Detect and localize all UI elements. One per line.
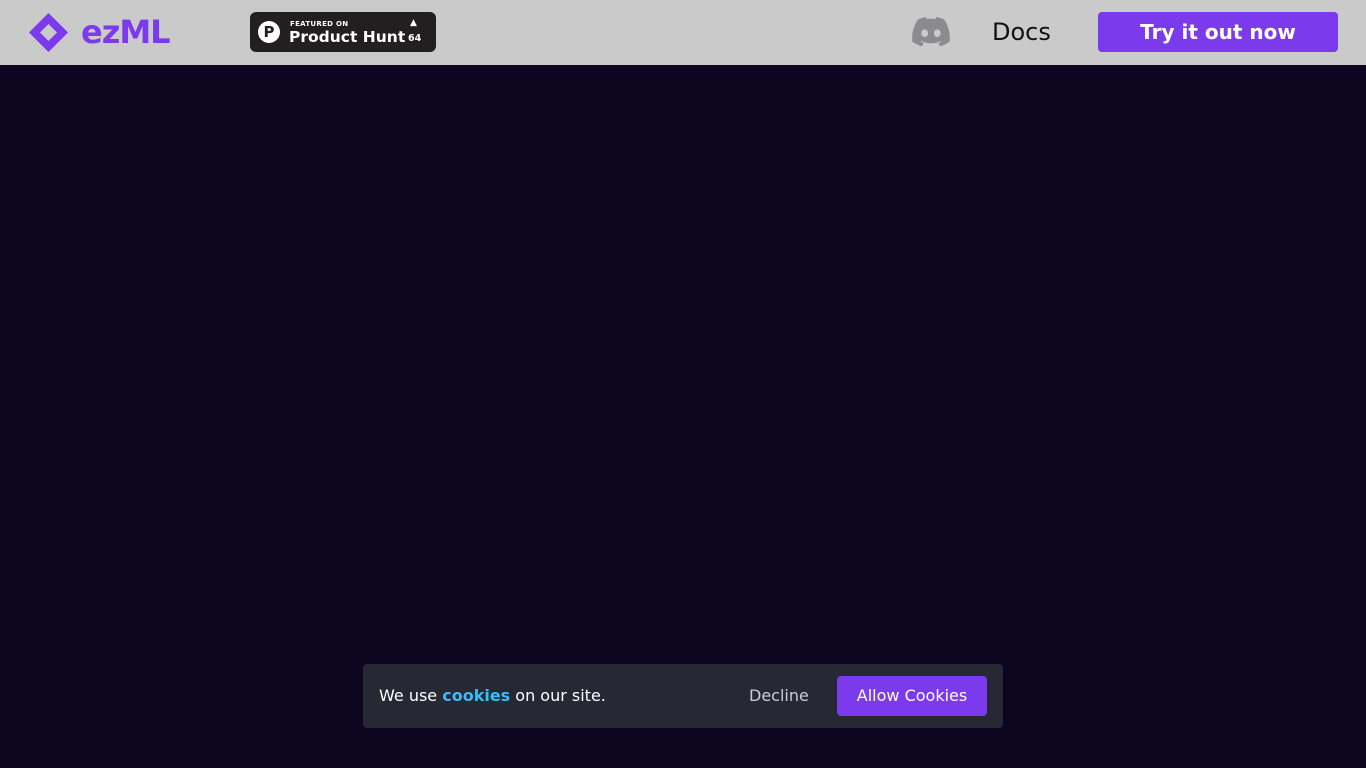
product-hunt-badge[interactable]: P FEATURED ON Product Hunt ▲ 64 xyxy=(250,12,436,52)
upvote-count: 64 xyxy=(408,33,422,44)
site-header: ezML P FEATURED ON Product Hunt ▲ 64 Doc… xyxy=(0,0,1366,65)
cookie-message: We use cookies on our site. xyxy=(379,685,606,707)
product-hunt-label: Product Hunt xyxy=(289,28,406,46)
cookie-banner: We use cookies on our site. Decline Allo… xyxy=(363,664,1003,728)
logo-link[interactable]: ezML xyxy=(28,12,171,53)
upvote-arrow-icon: ▲ xyxy=(410,18,417,28)
ezml-logo-icon xyxy=(29,13,68,52)
cookies-link[interactable]: cookies xyxy=(442,686,510,705)
product-hunt-icon: P xyxy=(258,21,280,43)
cookie-text-after: on our site. xyxy=(510,686,606,705)
try-it-out-button[interactable]: Try it out now xyxy=(1098,12,1338,52)
cookie-text-before: We use xyxy=(379,686,443,705)
discord-icon[interactable] xyxy=(912,17,950,47)
logo-text: ezML xyxy=(81,13,171,51)
allow-cookies-button[interactable]: Allow Cookies xyxy=(837,676,987,716)
decline-button[interactable]: Decline xyxy=(749,685,809,707)
docs-link[interactable]: Docs xyxy=(992,16,1051,48)
product-hunt-featured-label: FEATURED ON xyxy=(290,20,349,28)
